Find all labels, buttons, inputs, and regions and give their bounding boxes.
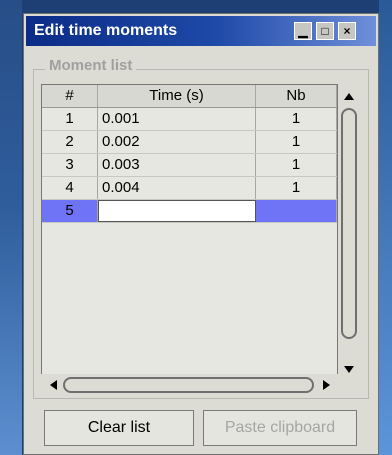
horizontal-scroll-thumb[interactable] <box>63 377 314 393</box>
minimize-button[interactable]: ▁ <box>294 22 312 40</box>
desktop-background-left <box>0 0 22 455</box>
row-nb-cell[interactable]: 1 <box>256 108 337 130</box>
arrow-right-icon[interactable] <box>323 380 330 390</box>
maximize-button[interactable]: □ <box>316 22 334 40</box>
table-row[interactable]: 1 0.001 1 <box>42 108 337 131</box>
row-time-edit-cell[interactable] <box>98 200 256 222</box>
desktop-background-right <box>379 0 392 455</box>
row-time-cell[interactable]: 0.004 <box>98 177 256 199</box>
title-bar: Edit time moments ▁ □ × <box>26 16 376 46</box>
row-nb-cell[interactable] <box>256 200 337 222</box>
row-number-cell: 1 <box>42 108 98 130</box>
table-row[interactable]: 2 0.002 1 <box>42 131 337 154</box>
table-header: # Time (s) Nb <box>42 85 337 108</box>
row-nb-cell[interactable]: 1 <box>256 154 337 176</box>
table-row[interactable]: 4 0.004 1 <box>42 177 337 200</box>
row-number-cell: 5 <box>42 200 98 222</box>
column-header-nb[interactable]: Nb <box>256 85 337 107</box>
moment-table: # Time (s) Nb 1 0.001 1 2 0.002 1 3 0.00… <box>41 84 338 385</box>
column-header-time[interactable]: Time (s) <box>98 85 256 107</box>
row-nb-cell[interactable]: 1 <box>256 177 337 199</box>
vertical-scroll-thumb[interactable] <box>341 108 357 339</box>
row-time-cell[interactable]: 0.003 <box>98 154 256 176</box>
paste-clipboard-button[interactable]: Paste clipboard <box>203 410 357 446</box>
column-header-number[interactable]: # <box>42 85 98 107</box>
horizontal-scrollbar[interactable] <box>41 374 338 396</box>
table-row[interactable]: 3 0.003 1 <box>42 154 337 177</box>
arrow-down-icon[interactable] <box>344 366 354 373</box>
arrow-up-icon[interactable] <box>344 93 354 100</box>
minimize-icon: ▁ <box>298 24 308 38</box>
row-nb-cell[interactable]: 1 <box>256 131 337 153</box>
close-button[interactable]: × <box>338 22 356 40</box>
row-number-cell: 4 <box>42 177 98 199</box>
vertical-scrollbar[interactable] <box>338 84 360 385</box>
row-number-cell: 3 <box>42 154 98 176</box>
window-title: Edit time moments <box>34 22 178 39</box>
maximize-icon: □ <box>321 24 329 38</box>
row-time-cell[interactable]: 0.001 <box>98 108 256 130</box>
clear-list-button[interactable]: Clear list <box>44 410 194 446</box>
moment-list-label: Moment list <box>45 57 137 74</box>
row-time-cell[interactable]: 0.002 <box>98 131 256 153</box>
close-icon: × <box>343 24 351 38</box>
arrow-left-icon[interactable] <box>50 380 57 390</box>
row-number-cell: 2 <box>42 131 98 153</box>
selected-table-row[interactable]: 5 <box>42 200 337 223</box>
